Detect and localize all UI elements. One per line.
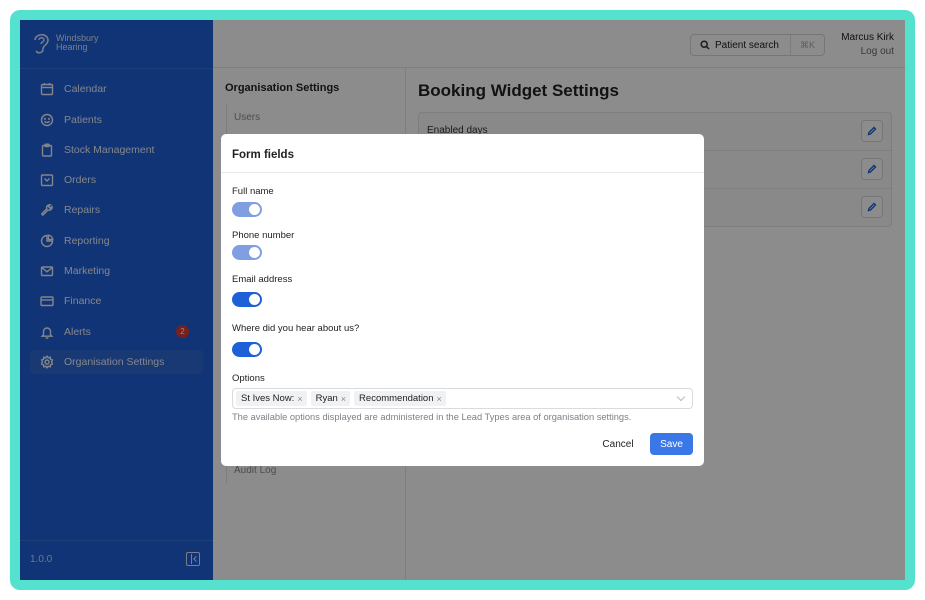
option-tag-label: St Ives Now:: [241, 393, 295, 404]
option-tag-label: Ryan: [315, 393, 338, 404]
option-tag: Ryan ×: [310, 391, 351, 406]
option-tag: St Ives Now: ×: [236, 391, 307, 406]
cancel-button[interactable]: Cancel: [597, 433, 639, 455]
options-label: Options: [232, 373, 265, 384]
options-multiselect[interactable]: St Ives Now: × Ryan × Recommendation ×: [232, 388, 693, 409]
toggle-knob: [249, 344, 260, 355]
field-label-email-address: Email address: [232, 274, 293, 285]
toggle-knob: [249, 247, 260, 258]
phone-number-toggle: [232, 245, 262, 260]
field-label-hear-about-us: Where did you hear about us?: [232, 323, 360, 334]
save-button[interactable]: Save: [650, 433, 693, 455]
hear-about-us-toggle[interactable]: [232, 342, 262, 357]
field-label-phone-number: Phone number: [232, 230, 295, 241]
app-window: Windsbury Hearing Calendar Patients Stoc…: [20, 20, 905, 580]
toggle-knob: [249, 294, 260, 305]
modal-divider: [221, 172, 704, 173]
field-label-full-name: Full name: [232, 186, 274, 197]
toggle-knob: [249, 204, 260, 215]
remove-tag-icon[interactable]: ×: [341, 394, 346, 404]
remove-tag-icon[interactable]: ×: [297, 394, 302, 404]
options-help-text: The available options displayed are admi…: [232, 412, 632, 422]
email-address-toggle[interactable]: [232, 292, 262, 307]
option-tag: Recommendation ×: [354, 391, 446, 406]
option-tag-label: Recommendation: [359, 393, 434, 404]
chevron-down-icon[interactable]: [676, 392, 686, 402]
remove-tag-icon[interactable]: ×: [437, 394, 442, 404]
form-fields-modal: Form fields Full name Phone number Email…: [221, 134, 704, 466]
modal-title: Form fields: [232, 149, 294, 161]
full-name-toggle: [232, 202, 262, 217]
